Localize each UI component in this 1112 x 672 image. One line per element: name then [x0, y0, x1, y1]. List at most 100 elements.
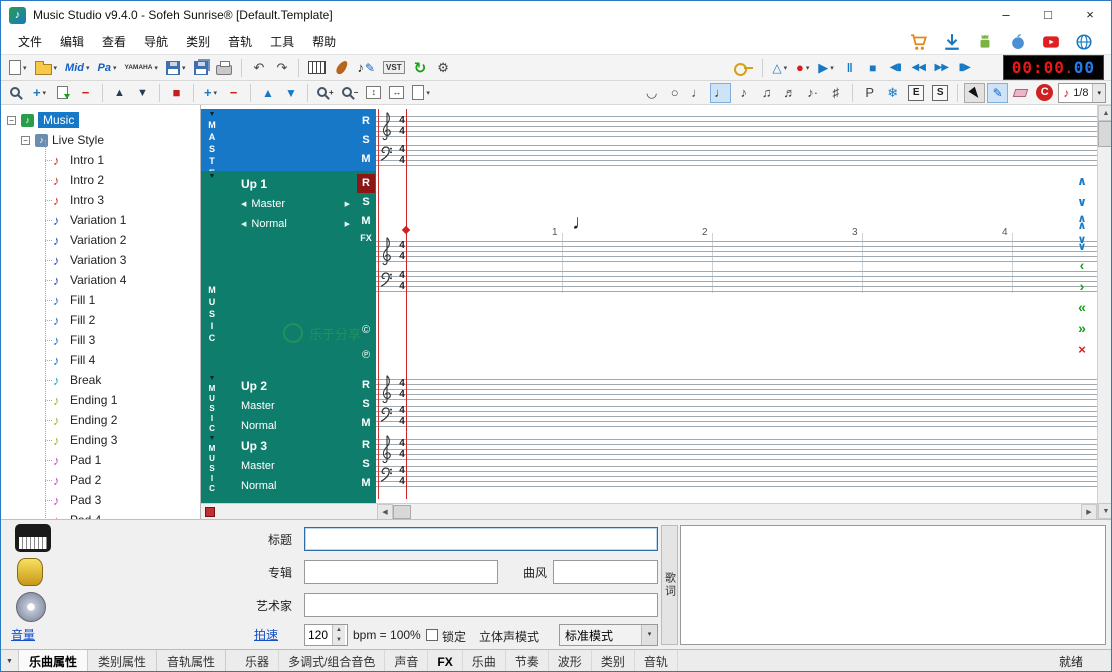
tree-item-variation-4[interactable]: ♪Variation 4 — [1, 270, 200, 290]
stereo-mode-select[interactable]: 标准模式 ▾ — [559, 624, 658, 646]
up3-record-button[interactable]: R — [357, 436, 375, 455]
menu-navigate[interactable]: 导航 — [135, 29, 177, 54]
prev-arrow-icon[interactable]: ◀ — [241, 200, 246, 208]
cursor-tool-button[interactable] — [964, 83, 985, 103]
title-input[interactable] — [304, 527, 658, 551]
drum-icon[interactable] — [17, 558, 43, 586]
vscroll-down-button[interactable]: ▼ — [1098, 503, 1112, 519]
close-button[interactable]: × — [1069, 1, 1111, 29]
hscroll-left-button[interactable]: ◀ — [377, 504, 393, 520]
dotted-note-button[interactable]: ♪· — [802, 83, 823, 103]
sixteenth-notes-button[interactable]: ♬ — [779, 83, 800, 103]
artist-input[interactable] — [304, 593, 658, 617]
quarter-note-button[interactable]: ♩ — [710, 83, 731, 103]
piano-view-button[interactable] — [305, 58, 329, 78]
collapse-caret-icon[interactable]: ▼ — [209, 435, 216, 442]
tab-category-properties[interactable]: 类别属性 — [88, 650, 157, 672]
cart-icon[interactable] — [910, 33, 928, 51]
slur-tool-button[interactable]: ◡ — [641, 83, 662, 103]
master-record-button[interactable]: R — [357, 112, 375, 131]
music-strip-up3[interactable]: ▼ MUSIC — [201, 433, 223, 493]
genre-input[interactable] — [553, 560, 658, 584]
pa-format-button[interactable]: Pa▾ — [95, 58, 120, 78]
keyboard-icon[interactable] — [15, 524, 51, 552]
vst-button[interactable]: VST — [380, 58, 408, 78]
up2-record-button[interactable]: R — [357, 376, 375, 395]
tree-item-pad-2[interactable]: ♪Pad 2 — [1, 470, 200, 490]
yamaha-format-button[interactable]: YAMAHA▾ — [121, 58, 160, 78]
undo-button[interactable]: ↶ — [248, 58, 269, 78]
tree-root-music[interactable]: − ♪ Music — [1, 110, 200, 130]
print-button[interactable] — [213, 58, 235, 78]
fast-forward-button[interactable]: ▶▶ — [931, 58, 952, 78]
tab-song[interactable]: 乐曲 — [463, 650, 506, 672]
pause-button[interactable]: ‖ — [839, 58, 860, 78]
up1-fx-button[interactable]: FX — [360, 233, 372, 243]
tree-item-ending-1[interactable]: ♪Ending 1 — [1, 390, 200, 410]
up3-notation-canvas[interactable]: 44 44 — [376, 433, 1097, 493]
color-marker-button[interactable]: ■ — [166, 83, 187, 103]
tree-item-pad-1[interactable]: ♪Pad 1 — [1, 450, 200, 470]
select-mode-button[interactable]: S — [929, 83, 951, 103]
copy-item-button[interactable] — [52, 83, 73, 103]
track-up2-header[interactable]: Up 2 Master Normal — [223, 373, 356, 433]
tab-multimode-voices[interactable]: 多调式/组合音色 — [279, 650, 385, 672]
tree-item-variation-2[interactable]: ♪Variation 2 — [1, 230, 200, 250]
spinner-arrows[interactable]: ▲▼ — [332, 625, 345, 645]
collapse-box-icon[interactable]: − — [7, 116, 16, 125]
lyrics-area[interactable] — [680, 525, 1106, 645]
midi-import-button[interactable]: Mid▾ — [62, 58, 92, 78]
edit-mode-button[interactable]: E — [905, 83, 927, 103]
master-mute-button[interactable]: M — [357, 150, 375, 169]
disc-icon[interactable] — [16, 592, 46, 622]
close-view-button[interactable]: × — [1073, 341, 1091, 357]
note-duration-select[interactable]: ♪ 1/8 ▾ — [1058, 83, 1106, 103]
move-up-button[interactable]: ▲ — [109, 83, 130, 103]
vscroll-up-button[interactable]: ▲ — [1098, 105, 1112, 121]
save-button[interactable]: ▾ — [163, 58, 189, 78]
menu-edit[interactable]: 编辑 — [51, 29, 93, 54]
collapse-caret-icon[interactable]: ▼ — [209, 375, 216, 382]
instrument-view-button[interactable] — [331, 58, 352, 78]
license-key-button[interactable] — [731, 58, 756, 78]
eraser-tool-button[interactable] — [1010, 83, 1031, 103]
download-icon[interactable] — [943, 33, 961, 51]
fit-height-button[interactable]: ↕ — [363, 83, 384, 103]
eighth-note-button[interactable]: ♪ — [733, 83, 754, 103]
scroll-down-button[interactable]: ∨ — [1073, 194, 1091, 210]
collapse-caret-icon[interactable]: ▼ — [209, 173, 216, 180]
up1-record-button[interactable]: R — [357, 174, 375, 193]
up3-solo-button[interactable]: S — [357, 455, 375, 474]
half-note-button[interactable]: ♩ — [687, 83, 708, 103]
up2-notation-canvas[interactable]: 44 44 — [376, 373, 1097, 433]
collapse-box-icon[interactable]: − — [21, 136, 30, 145]
tab-instrument[interactable]: 乐器 — [236, 650, 279, 672]
next-arrow-icon[interactable]: ▶ — [345, 220, 350, 228]
up2-solo-button[interactable]: S — [357, 395, 375, 414]
vertical-scrollbar[interactable]: ▲ ▼ — [1097, 105, 1112, 519]
tree-group-live-style[interactable]: − ♪ Live Style — [1, 130, 200, 150]
page-down-button[interactable]: ∨∨ — [1073, 236, 1091, 252]
menu-track[interactable]: 音轨 — [219, 29, 261, 54]
tab-track[interactable]: 音轨 — [635, 650, 678, 672]
tree-item-fill-4[interactable]: ♪Fill 4 — [1, 350, 200, 370]
tree-item-ending-2[interactable]: ♪Ending 2 — [1, 410, 200, 430]
tree-item-variation-1[interactable]: ♪Variation 1 — [1, 210, 200, 230]
page-view-button[interactable]: ▾ — [409, 83, 433, 103]
stop-button[interactable]: ■ — [862, 58, 883, 78]
hscroll-right-button[interactable]: ▶ — [1081, 504, 1097, 520]
tempo-link[interactable]: 拍速 — [254, 626, 278, 643]
rewind-button[interactable]: ◀◀ — [908, 58, 929, 78]
scroll-left-button[interactable]: ‹ — [1073, 257, 1091, 273]
apple-icon[interactable] — [1009, 33, 1027, 51]
duration-dropdown-icon[interactable]: ▾ — [1092, 84, 1105, 102]
track-down-button[interactable]: ▼ — [280, 83, 301, 103]
tree-item-intro-3[interactable]: ♪Intro 3 — [1, 190, 200, 210]
up3-mute-button[interactable]: M — [357, 474, 375, 493]
youtube-icon[interactable] — [1042, 33, 1060, 51]
up1-mute-button[interactable]: M — [357, 212, 375, 231]
select-dropdown-icon[interactable]: ▾ — [641, 625, 657, 645]
up1-solo-button[interactable]: S — [357, 193, 375, 212]
tree-item-pad-3[interactable]: ♪Pad 3 — [1, 490, 200, 510]
open-file-button[interactable]: ▾ — [32, 58, 61, 78]
